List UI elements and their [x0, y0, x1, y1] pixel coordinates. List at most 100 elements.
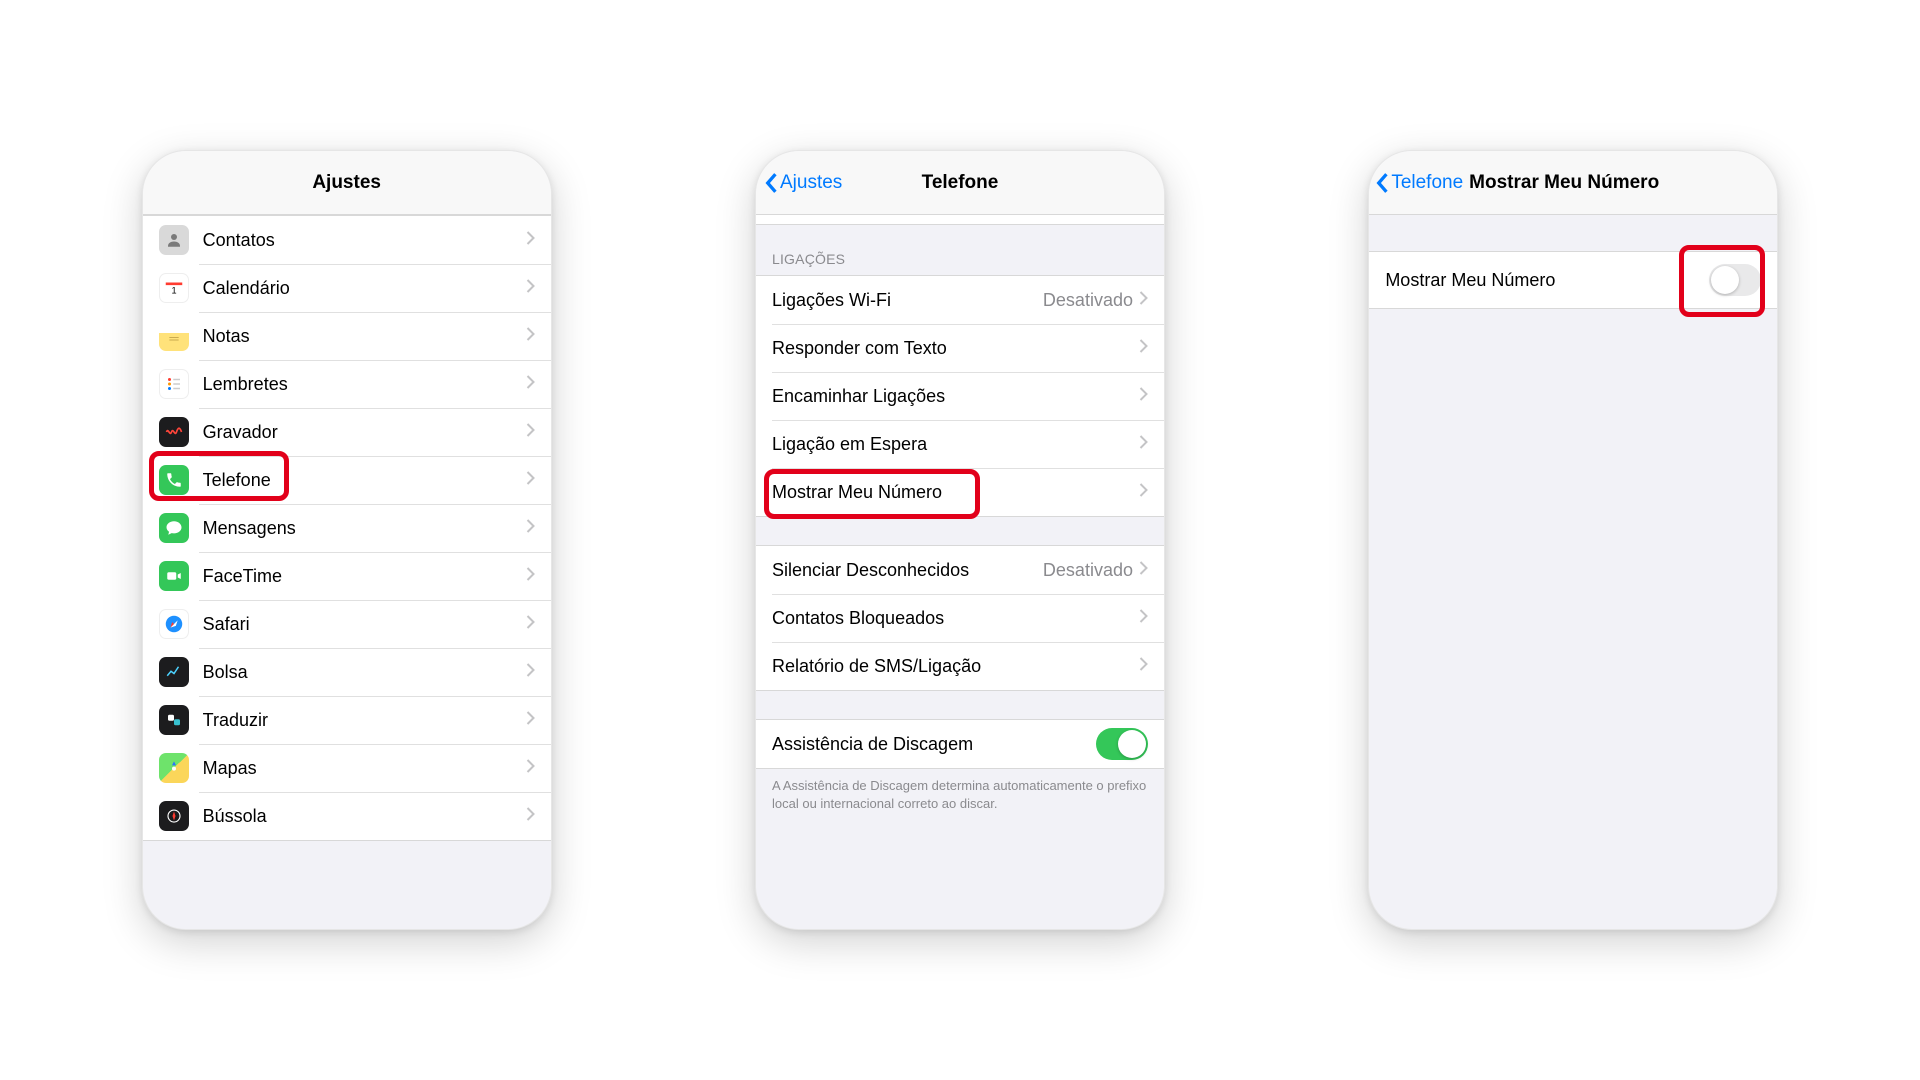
row-label: Ligações Wi-Fi	[772, 290, 1043, 311]
row-contatos-bloqueados[interactable]: Contatos Bloqueados	[756, 594, 1164, 642]
row-label: Contatos	[203, 230, 526, 251]
row-label: Bússola	[203, 806, 526, 827]
row-mostrar-meu-numero[interactable]: Mostrar Meu Número	[1369, 252, 1777, 308]
row-label: Relatório de SMS/Ligação	[772, 656, 1139, 677]
row-mostrar-numero[interactable]: Mostrar Meu Número	[756, 468, 1164, 516]
nav-title: Ajustes	[312, 172, 381, 194]
recorder-icon	[159, 417, 189, 447]
chevron-right-icon	[526, 279, 535, 298]
row-responder-texto[interactable]: Responder com Texto	[756, 324, 1164, 372]
chevron-right-icon	[1139, 291, 1148, 310]
row-label: Traduzir	[203, 710, 526, 731]
stocks-icon	[159, 657, 189, 687]
row-traduzir[interactable]: Traduzir	[143, 696, 551, 744]
row-mapas[interactable]: Mapas	[143, 744, 551, 792]
contacts-icon	[159, 225, 189, 255]
nav-title: Mostrar Meu Número	[1469, 172, 1659, 194]
mostrar-list: Mostrar Meu Número	[1369, 251, 1777, 309]
row-encaminhar[interactable]: Encaminhar Ligações	[756, 372, 1164, 420]
row-label: FaceTime	[203, 566, 526, 587]
back-button[interactable]: Telefone	[1375, 151, 1463, 214]
facetime-icon	[159, 561, 189, 591]
row-value: Desativado	[1043, 290, 1133, 311]
chevron-right-icon	[526, 231, 535, 250]
back-label: Telefone	[1391, 172, 1463, 194]
chevron-right-icon	[1139, 339, 1148, 358]
phone-icon	[159, 465, 189, 495]
row-ligacao-espera[interactable]: Ligação em Espera	[756, 420, 1164, 468]
assist-toggle[interactable]	[1096, 728, 1148, 760]
row-label: Mostrar Meu Número	[1385, 270, 1709, 291]
assist-footer-note: A Assistência de Discagem determina auto…	[756, 769, 1164, 812]
row-label: Telefone	[203, 470, 526, 491]
row-value: Desativado	[1043, 560, 1133, 581]
row-lembretes[interactable]: Lembretes	[143, 360, 551, 408]
row-relatorio-sms[interactable]: Relatório de SMS/Ligação	[756, 642, 1164, 690]
back-label: Ajustes	[780, 172, 842, 194]
maps-icon	[159, 753, 189, 783]
chevron-right-icon	[526, 519, 535, 538]
settings-list: Contatos 1 Calendário Notas	[143, 215, 551, 841]
row-calendario[interactable]: 1 Calendário	[143, 264, 551, 312]
chevron-right-icon	[526, 615, 535, 634]
mostrar-toggle[interactable]	[1709, 264, 1761, 296]
row-label: Mostrar Meu Número	[772, 482, 1139, 503]
messages-icon	[159, 513, 189, 543]
row-notas[interactable]: Notas	[143, 312, 551, 360]
row-safari[interactable]: Safari	[143, 600, 551, 648]
chevron-right-icon	[1139, 657, 1148, 676]
row-silenciar[interactable]: Silenciar Desconhecidos Desativado	[756, 546, 1164, 594]
nav-bar: Ajustes Telefone	[756, 151, 1164, 215]
row-gravador[interactable]: Gravador	[143, 408, 551, 456]
nav-bar: Ajustes	[143, 151, 551, 215]
row-label: Calendário	[203, 278, 526, 299]
row-bolsa[interactable]: Bolsa	[143, 648, 551, 696]
chevron-right-icon	[526, 711, 535, 730]
row-contatos[interactable]: Contatos	[143, 216, 551, 264]
row-label: Gravador	[203, 422, 526, 443]
mostrar-numero-screen: Telefone Mostrar Meu Número Mostrar Meu …	[1368, 150, 1778, 930]
chevron-right-icon	[1139, 483, 1148, 502]
row-label: Silenciar Desconhecidos	[772, 560, 1043, 581]
row-ligacoes-wifi[interactable]: Ligações Wi-Fi Desativado	[756, 276, 1164, 324]
nav-bar: Telefone Mostrar Meu Número	[1369, 151, 1777, 215]
row-label: Bolsa	[203, 662, 526, 683]
translate-icon	[159, 705, 189, 735]
settings-screen: Ajustes Contatos 1 Calendário	[142, 150, 552, 930]
calendar-icon: 1	[159, 273, 189, 303]
telefone-screen: Ajustes Telefone LIGAÇÕES Ligações Wi-Fi…	[755, 150, 1165, 930]
row-facetime[interactable]: FaceTime	[143, 552, 551, 600]
chevron-right-icon	[526, 375, 535, 394]
row-label: Notas	[203, 326, 526, 347]
assist-list: Assistência de Discagem	[756, 719, 1164, 769]
row-assistencia-discagem[interactable]: Assistência de Discagem	[756, 720, 1164, 768]
compass-icon	[159, 801, 189, 831]
chevron-right-icon	[526, 759, 535, 778]
chevron-right-icon	[1139, 609, 1148, 628]
mostrar-content: Mostrar Meu Número	[1369, 215, 1777, 929]
row-label: Lembretes	[203, 374, 526, 395]
nav-title: Telefone	[922, 172, 999, 194]
row-label: Mapas	[203, 758, 526, 779]
back-button[interactable]: Ajustes	[764, 151, 842, 214]
row-label: Responder com Texto	[772, 338, 1139, 359]
chevron-right-icon	[526, 567, 535, 586]
chevron-right-icon	[1139, 435, 1148, 454]
notes-icon	[159, 321, 189, 351]
chevron-right-icon	[526, 471, 535, 490]
row-label: Ligação em Espera	[772, 434, 1139, 455]
row-telefone[interactable]: Telefone	[143, 456, 551, 504]
section-header-ligacoes: LIGAÇÕES	[756, 225, 1164, 275]
chevron-right-icon	[526, 423, 535, 442]
telefone-content: LIGAÇÕES Ligações Wi-Fi Desativado Respo…	[756, 215, 1164, 929]
row-bussola[interactable]: Bússola	[143, 792, 551, 840]
chevron-right-icon	[1139, 387, 1148, 406]
block-list: Silenciar Desconhecidos Desativado Conta…	[756, 545, 1164, 691]
svg-text:1: 1	[171, 286, 176, 296]
row-label: Contatos Bloqueados	[772, 608, 1139, 629]
chevron-right-icon	[1139, 561, 1148, 580]
row-label: Mensagens	[203, 518, 526, 539]
row-label: Safari	[203, 614, 526, 635]
chevron-right-icon	[526, 807, 535, 826]
row-mensagens[interactable]: Mensagens	[143, 504, 551, 552]
